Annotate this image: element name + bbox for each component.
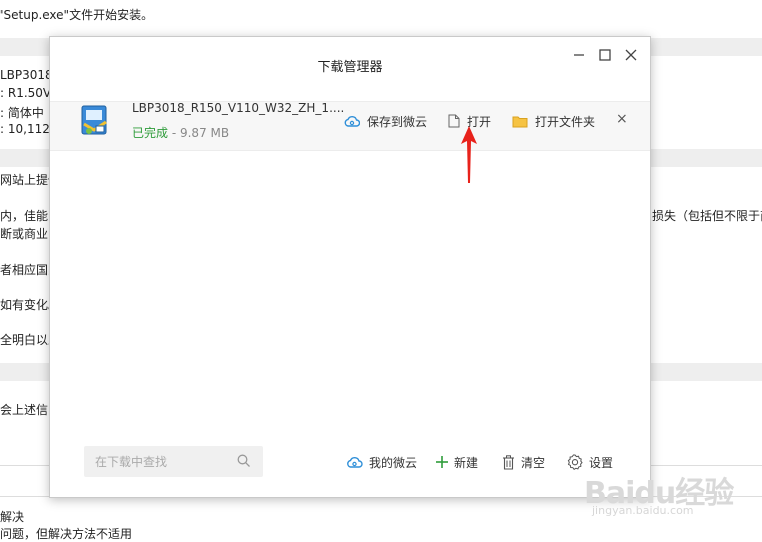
cloud-icon [347, 457, 363, 468]
search-input[interactable] [93, 454, 237, 470]
search-box[interactable] [84, 446, 263, 477]
watermark-url: jingyan.baidu.com [592, 504, 694, 517]
my-cloud-label: 我的微云 [369, 455, 418, 470]
open-folder-button[interactable]: 打开文件夹 [512, 111, 595, 131]
close-icon [625, 49, 637, 61]
new-download-button[interactable]: 新建 [436, 452, 478, 472]
clear-label: 清空 [521, 455, 546, 470]
trash-icon [503, 454, 514, 470]
annotation-arrow-icon [461, 126, 477, 183]
remove-item-button[interactable]: × [616, 111, 628, 127]
bg-right-fragment: 损失（包括但不限于商 [652, 209, 762, 223]
save-to-cloud-button[interactable]: 保存到微云 [344, 111, 427, 131]
plus-icon [436, 456, 448, 468]
download-status: 已完成 - 9.87 MB [132, 124, 229, 141]
maximize-icon [599, 49, 611, 61]
bg-para-line: 断或商业 [0, 227, 49, 241]
bg-para-line: 问题，但解决方法不适用 [0, 527, 133, 541]
bg-para-line: 解决 [0, 510, 25, 524]
bg-info-line: : R1.50V [0, 86, 52, 100]
clear-button[interactable]: 清空 [502, 452, 545, 472]
open-folder-label: 打开文件夹 [535, 114, 596, 129]
close-button[interactable] [621, 45, 641, 65]
status-separator: - [168, 126, 180, 140]
new-download-label: 新建 [454, 455, 479, 470]
my-cloud-button[interactable]: 我的微云 [346, 452, 417, 472]
baidu-watermark: Baidu经验 jingyan.baidu.com [584, 468, 734, 517]
file-size: 9.87 MB [179, 126, 230, 140]
bg-para-line: 内，佳能 [0, 209, 49, 223]
minimize-button[interactable] [569, 45, 589, 65]
save-to-cloud-label: 保存到微云 [367, 114, 428, 129]
bg-info-line: : 10,112 [0, 122, 50, 136]
bg-text-setup: "Setup.exe"文件开始安装。 [0, 8, 154, 22]
bg-info-line: : 简体中 [0, 106, 44, 120]
search-icon[interactable] [237, 454, 251, 468]
dialog-title: 下载管理器 [317, 60, 383, 75]
cloud-icon [344, 116, 360, 127]
download-item[interactable]: LBP3018_R150_V110_W32_ZH_1.... 已完成 - 9.8… [50, 101, 650, 151]
installer-file-icon [78, 102, 112, 136]
minimize-icon [574, 54, 584, 56]
file-name[interactable]: LBP3018_R150_V110_W32_ZH_1.... [132, 101, 344, 115]
folder-icon [512, 116, 528, 127]
gear-icon [567, 454, 583, 470]
status-completed: 已完成 [132, 126, 169, 140]
download-manager-dialog: 下载管理器 LBP3018_R150_V110_W32_ZH_1.... 已完成… [49, 36, 651, 498]
bg-para-line: 会上述信 [0, 403, 49, 417]
maximize-button[interactable] [595, 45, 615, 65]
